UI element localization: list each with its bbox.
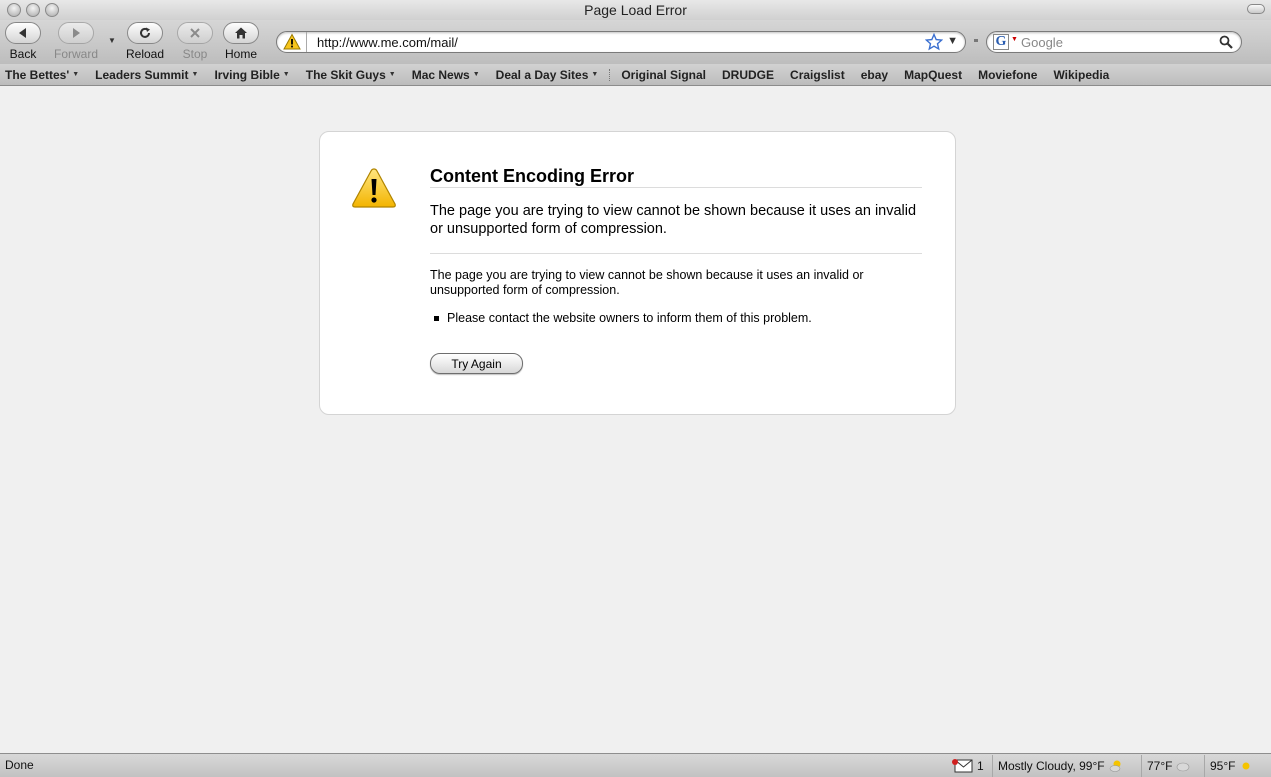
reload-label: Reload (125, 47, 165, 61)
bookmark-folder-the-skit-guys[interactable]: The Skit Guys ▼ (298, 68, 404, 82)
search-icon[interactable] (1219, 35, 1233, 49)
home-button[interactable] (223, 22, 259, 44)
url-input[interactable]: http://www.me.com/mail/ (317, 35, 458, 50)
reload-button[interactable] (127, 22, 163, 44)
bookmark-ebay[interactable]: ebay (853, 68, 896, 82)
chevron-down-icon: ▼ (591, 71, 599, 78)
home-label: Home (224, 47, 257, 61)
chevron-down-icon: ▼ (191, 71, 199, 78)
bookmarks-toolbar: The Bettes' ▼ Leaders Summit ▼ Irving Bibl… (0, 64, 1271, 86)
chevron-down-icon: ▼ (388, 71, 396, 78)
error-short-description: The page you are trying to view cannot b… (430, 203, 917, 237)
error-suggestion-list: Please contact the website owners to inf… (434, 311, 812, 325)
url-history-dropdown-icon[interactable]: ▼ (947, 35, 958, 47)
bookmark-folder-the-bettes[interactable]: The Bettes' ▼ (0, 68, 87, 82)
bookmark-star-icon[interactable] (925, 33, 943, 51)
error-page-container: Content Encoding Error The page you are … (319, 131, 956, 415)
weather-temperature-1[interactable]: 77°F (1141, 755, 1195, 777)
search-engine-dropdown-icon[interactable]: ▼ (1011, 36, 1018, 43)
temperature-1-text: 77°F (1147, 759, 1173, 773)
error-long-description: The page you are trying to view cannot b… (430, 268, 864, 297)
sun-icon (1242, 762, 1250, 770)
status-bar: Done 1 Mostly Cloudy, 99°F 77°F 95°F (0, 753, 1271, 777)
bullet-icon (434, 315, 439, 321)
forward-label: Forward (53, 47, 98, 61)
bookmark-folder-mac-news[interactable]: Mac News ▼ (404, 68, 488, 82)
bookmark-mapquest[interactable]: MapQuest (896, 68, 970, 82)
site-warning-icon (283, 33, 301, 50)
bookmark-folder-irving-bible[interactable]: Irving Bible ▼ (206, 68, 297, 82)
bookmark-drudge[interactable]: DRUDGE (714, 68, 782, 82)
try-again-button[interactable]: Try Again (430, 353, 523, 374)
bookmark-craigslist[interactable]: Craigslist (782, 68, 853, 82)
url-bar[interactable]: http://www.me.com/mail/ ▼ (276, 31, 966, 53)
toolbar-resizer[interactable] (974, 39, 978, 42)
partly-cloudy-icon (1109, 760, 1121, 772)
forward-button[interactable] (58, 22, 94, 44)
bookmark-folder-deal-a-day-sites[interactable]: Deal a Day Sites ▼ (488, 68, 607, 82)
bookmark-folder-leaders-summit[interactable]: Leaders Summit ▼ (87, 68, 206, 82)
list-item: Please contact the website owners to inf… (434, 311, 812, 325)
temperature-2-text: 95°F (1210, 759, 1236, 773)
error-title: Content Encoding Error (430, 166, 922, 188)
weather-forecast[interactable]: Mostly Cloudy, 99°F (992, 755, 1128, 777)
title-bar: Page Load Error (0, 0, 1271, 20)
url-separator (306, 32, 307, 52)
weather-text: Mostly Cloudy, 99°F (998, 759, 1105, 773)
search-input[interactable] (1021, 34, 1216, 50)
weather-temperature-2[interactable]: 95°F (1204, 755, 1258, 777)
status-text: Done (5, 758, 34, 772)
bookmark-separator (609, 68, 611, 81)
stop-button[interactable] (177, 22, 213, 44)
back-label: Back (9, 47, 37, 61)
warning-icon (352, 168, 396, 208)
mail-count: 1 (977, 759, 984, 773)
stop-label: Stop (182, 47, 208, 61)
back-button[interactable] (5, 22, 41, 44)
bookmark-original-signal[interactable]: Original Signal (613, 68, 714, 82)
stop-x-icon (190, 28, 200, 38)
chevron-down-icon: ▼ (72, 71, 80, 78)
cloud-icon (1177, 762, 1190, 772)
navigation-toolbar: Back Forward ▼ Reload Stop Home http://w… (0, 20, 1271, 64)
mail-notifier[interactable]: 1 (946, 755, 989, 777)
forward-arrow-icon (73, 28, 80, 38)
search-bar[interactable]: G ▼ (986, 31, 1242, 53)
bookmark-wikipedia[interactable]: Wikipedia (1045, 68, 1117, 82)
back-arrow-icon (19, 28, 26, 38)
reload-icon (140, 27, 150, 38)
home-icon (235, 27, 247, 39)
mail-envelope-icon (952, 759, 973, 773)
window-title: Page Load Error (584, 2, 687, 18)
chevron-down-icon: ▼ (282, 71, 290, 78)
suggestion-text: Please contact the website owners to inf… (447, 311, 812, 325)
bookmark-moviefone[interactable]: Moviefone (970, 68, 1045, 82)
google-engine-icon[interactable]: G (993, 34, 1009, 50)
chevron-down-icon: ▼ (472, 71, 480, 78)
toolbar-toggle-button[interactable] (1247, 4, 1265, 14)
history-dropdown-icon[interactable]: ▼ (108, 36, 116, 45)
error-divider (430, 253, 922, 254)
